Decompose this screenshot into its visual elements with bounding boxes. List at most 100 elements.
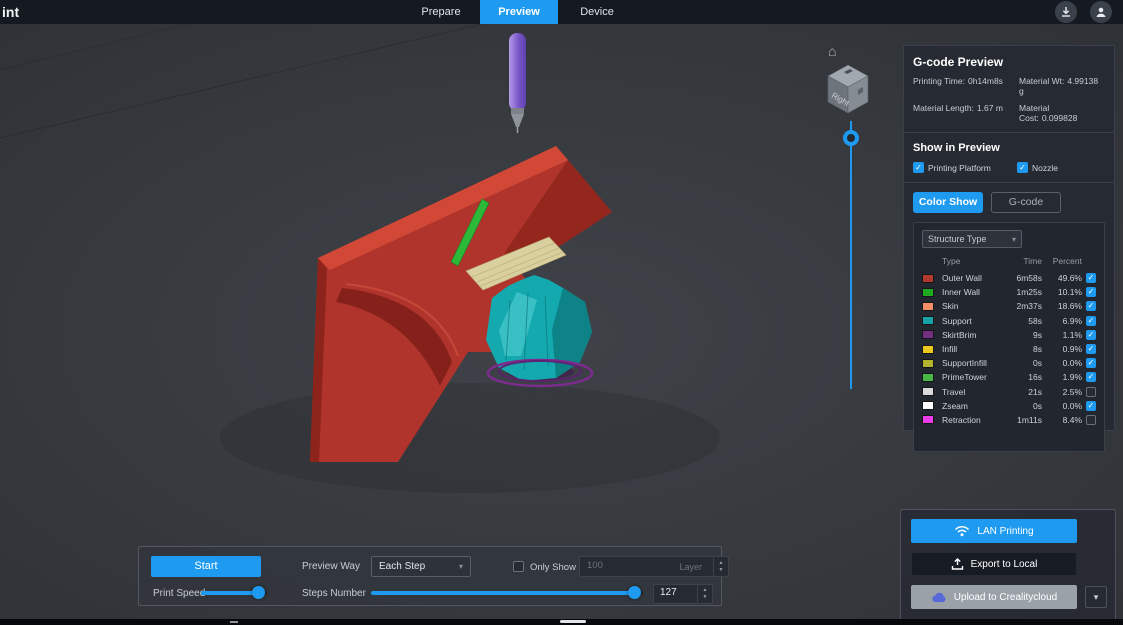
stepper-down-icon[interactable]: ▼ <box>703 594 708 601</box>
table-row: SkirtBrim 9s 1.1% ✓ <box>922 328 1096 342</box>
type-color-swatch <box>922 372 934 382</box>
table-row: Inner Wall 1m25s 10.1% ✓ <box>922 285 1096 299</box>
only-show-label: Only Show <box>530 562 576 573</box>
table-row: SupportInfill 0s 0.0% ✓ <box>922 356 1096 370</box>
type-visibility-checkbox[interactable] <box>1086 414 1096 425</box>
type-name: Support <box>942 315 972 326</box>
type-percent: 18.6% <box>1057 301 1082 312</box>
table-row: Retraction 1m11s 8.4% <box>922 413 1096 427</box>
type-percent: 10.1% <box>1057 287 1082 298</box>
type-visibility-checkbox[interactable]: ✓ <box>1086 372 1096 383</box>
preview-way-select[interactable]: Each Step ▾ <box>371 556 471 577</box>
nozzle-label: Nozzle <box>1032 162 1058 173</box>
type-visibility-checkbox[interactable]: ✓ <box>1086 301 1096 312</box>
only-show-checkbox[interactable] <box>513 561 524 572</box>
dropdown-value: Structure Type <box>928 234 987 244</box>
top-bar: int Prepare Preview Device <box>0 0 1123 24</box>
divider <box>904 132 1114 133</box>
caret-down-icon: ▾ <box>1011 234 1016 244</box>
divider <box>904 182 1114 183</box>
steps-slider-handle[interactable] <box>627 586 641 599</box>
type-name: Inner Wall <box>942 287 980 298</box>
nozzle-checkbox[interactable]: ✓ <box>1017 162 1028 173</box>
structure-type-dropdown[interactable]: Structure Type ▾ <box>922 230 1022 248</box>
col-type: Type <box>942 256 961 266</box>
button-label: Upload to Crealitycloud <box>953 591 1058 603</box>
export-to-local-button[interactable]: Export to Local <box>911 552 1077 576</box>
type-color-swatch <box>922 415 934 425</box>
upload-to-crealitycloud-button[interactable]: Upload to Crealitycloud <box>911 585 1077 609</box>
slider-fill <box>201 591 260 595</box>
type-visibility-checkbox[interactable]: ✓ <box>1086 287 1096 298</box>
home-view-icon[interactable]: ⌂ <box>828 44 836 58</box>
layer-stepper: ▲ ▼ <box>713 557 728 576</box>
account-button[interactable] <box>1090 1 1112 23</box>
taskbar-indicator <box>230 621 238 623</box>
show-in-preview-options: ✓ Printing Platform ✓ Nozzle <box>913 162 1105 173</box>
type-name: Skin <box>942 301 959 312</box>
gcode-button[interactable]: G-code <box>991 192 1061 213</box>
stepper-down-icon[interactable]: ▼ <box>719 567 724 574</box>
type-time: 1m11s <box>1017 414 1042 425</box>
type-percent: 8.4% <box>1062 414 1082 425</box>
type-visibility-checkbox[interactable]: ✓ <box>1086 329 1096 340</box>
table-row: Outer Wall 6m58s 49.6% ✓ <box>922 271 1096 285</box>
steps-stepper: ▲ ▼ <box>697 585 712 603</box>
type-color-swatch <box>922 301 934 311</box>
type-percent: 6.9% <box>1062 315 1082 326</box>
download-button[interactable] <box>1055 1 1077 23</box>
color-show-button[interactable]: Color Show <box>913 192 983 213</box>
only-show-input[interactable] <box>580 557 666 571</box>
type-percent: 0.9% <box>1062 344 1082 355</box>
type-name: Travel <box>942 386 966 397</box>
tab-prepare[interactable]: Prepare <box>402 0 480 24</box>
type-visibility-checkbox[interactable]: ✓ <box>1086 358 1096 369</box>
type-visibility-checkbox[interactable]: ✓ <box>1086 273 1096 284</box>
type-color-swatch <box>922 330 934 340</box>
table-row: Travel 21s 2.5% <box>922 385 1096 399</box>
type-visibility-checkbox[interactable]: ✓ <box>1086 344 1096 355</box>
only-show-field: Layer ▲ ▼ <box>579 556 729 577</box>
type-name: Infill <box>942 344 958 355</box>
lan-printing-button[interactable]: LAN Printing <box>911 519 1077 543</box>
main-tabs: Prepare Preview Device <box>402 0 636 24</box>
tab-preview[interactable]: Preview <box>480 0 558 24</box>
type-name: PrimeTower <box>942 372 987 383</box>
type-percent: 1.1% <box>1062 329 1082 340</box>
gcode-preview-panel: G-code Preview Printing Time: 0h14m8s Mat… <box>903 45 1115 452</box>
view-cube[interactable]: Right <box>820 60 880 120</box>
structure-table: Structure Type ▾ Type Time Percent Outer… <box>913 222 1105 452</box>
print-speed-slider[interactable] <box>201 586 267 599</box>
type-color-swatch <box>922 316 934 326</box>
type-name: Outer Wall <box>942 273 982 284</box>
start-button[interactable]: Start <box>151 556 261 577</box>
print-stats: Printing Time: 0h14m8s Material Wt: 4.9913… <box>913 76 1105 123</box>
stat-label: Printing Time: <box>913 76 965 86</box>
taskbar-handle[interactable] <box>560 620 586 623</box>
type-visibility-checkbox[interactable]: ✓ <box>1086 315 1096 326</box>
steps-slider[interactable] <box>371 586 643 599</box>
stepper-up-icon[interactable]: ▲ <box>703 587 708 594</box>
print-speed-handle[interactable] <box>252 586 266 599</box>
type-time: 21s <box>1028 386 1042 397</box>
stepper-up-icon[interactable]: ▲ <box>719 560 724 567</box>
printing-platform-checkbox[interactable]: ✓ <box>913 162 924 173</box>
type-percent: 0.0% <box>1062 400 1082 411</box>
table-row: Infill 8s 0.9% ✓ <box>922 342 1096 356</box>
layer-slider-handle[interactable] <box>843 130 859 146</box>
more-options-button[interactable]: ▾ <box>1085 586 1107 608</box>
type-color-swatch <box>922 287 934 297</box>
type-visibility-checkbox[interactable] <box>1086 386 1096 397</box>
steps-number-input[interactable] <box>654 585 690 598</box>
print-speed-label: Print Speed <box>153 588 206 599</box>
output-panel: LAN Printing Export to Local Upload to C… <box>900 509 1116 621</box>
type-color-swatch <box>922 273 934 283</box>
type-visibility-checkbox[interactable]: ✓ <box>1086 400 1096 411</box>
table-row: Skin 2m37s 18.6% ✓ <box>922 299 1096 313</box>
type-time: 8s <box>1033 344 1042 355</box>
type-color-swatch <box>922 401 934 411</box>
tab-device[interactable]: Device <box>558 0 636 24</box>
layer-slider-track[interactable] <box>850 121 852 389</box>
taskbar-strip <box>0 619 1123 625</box>
type-time: 58s <box>1028 315 1042 326</box>
